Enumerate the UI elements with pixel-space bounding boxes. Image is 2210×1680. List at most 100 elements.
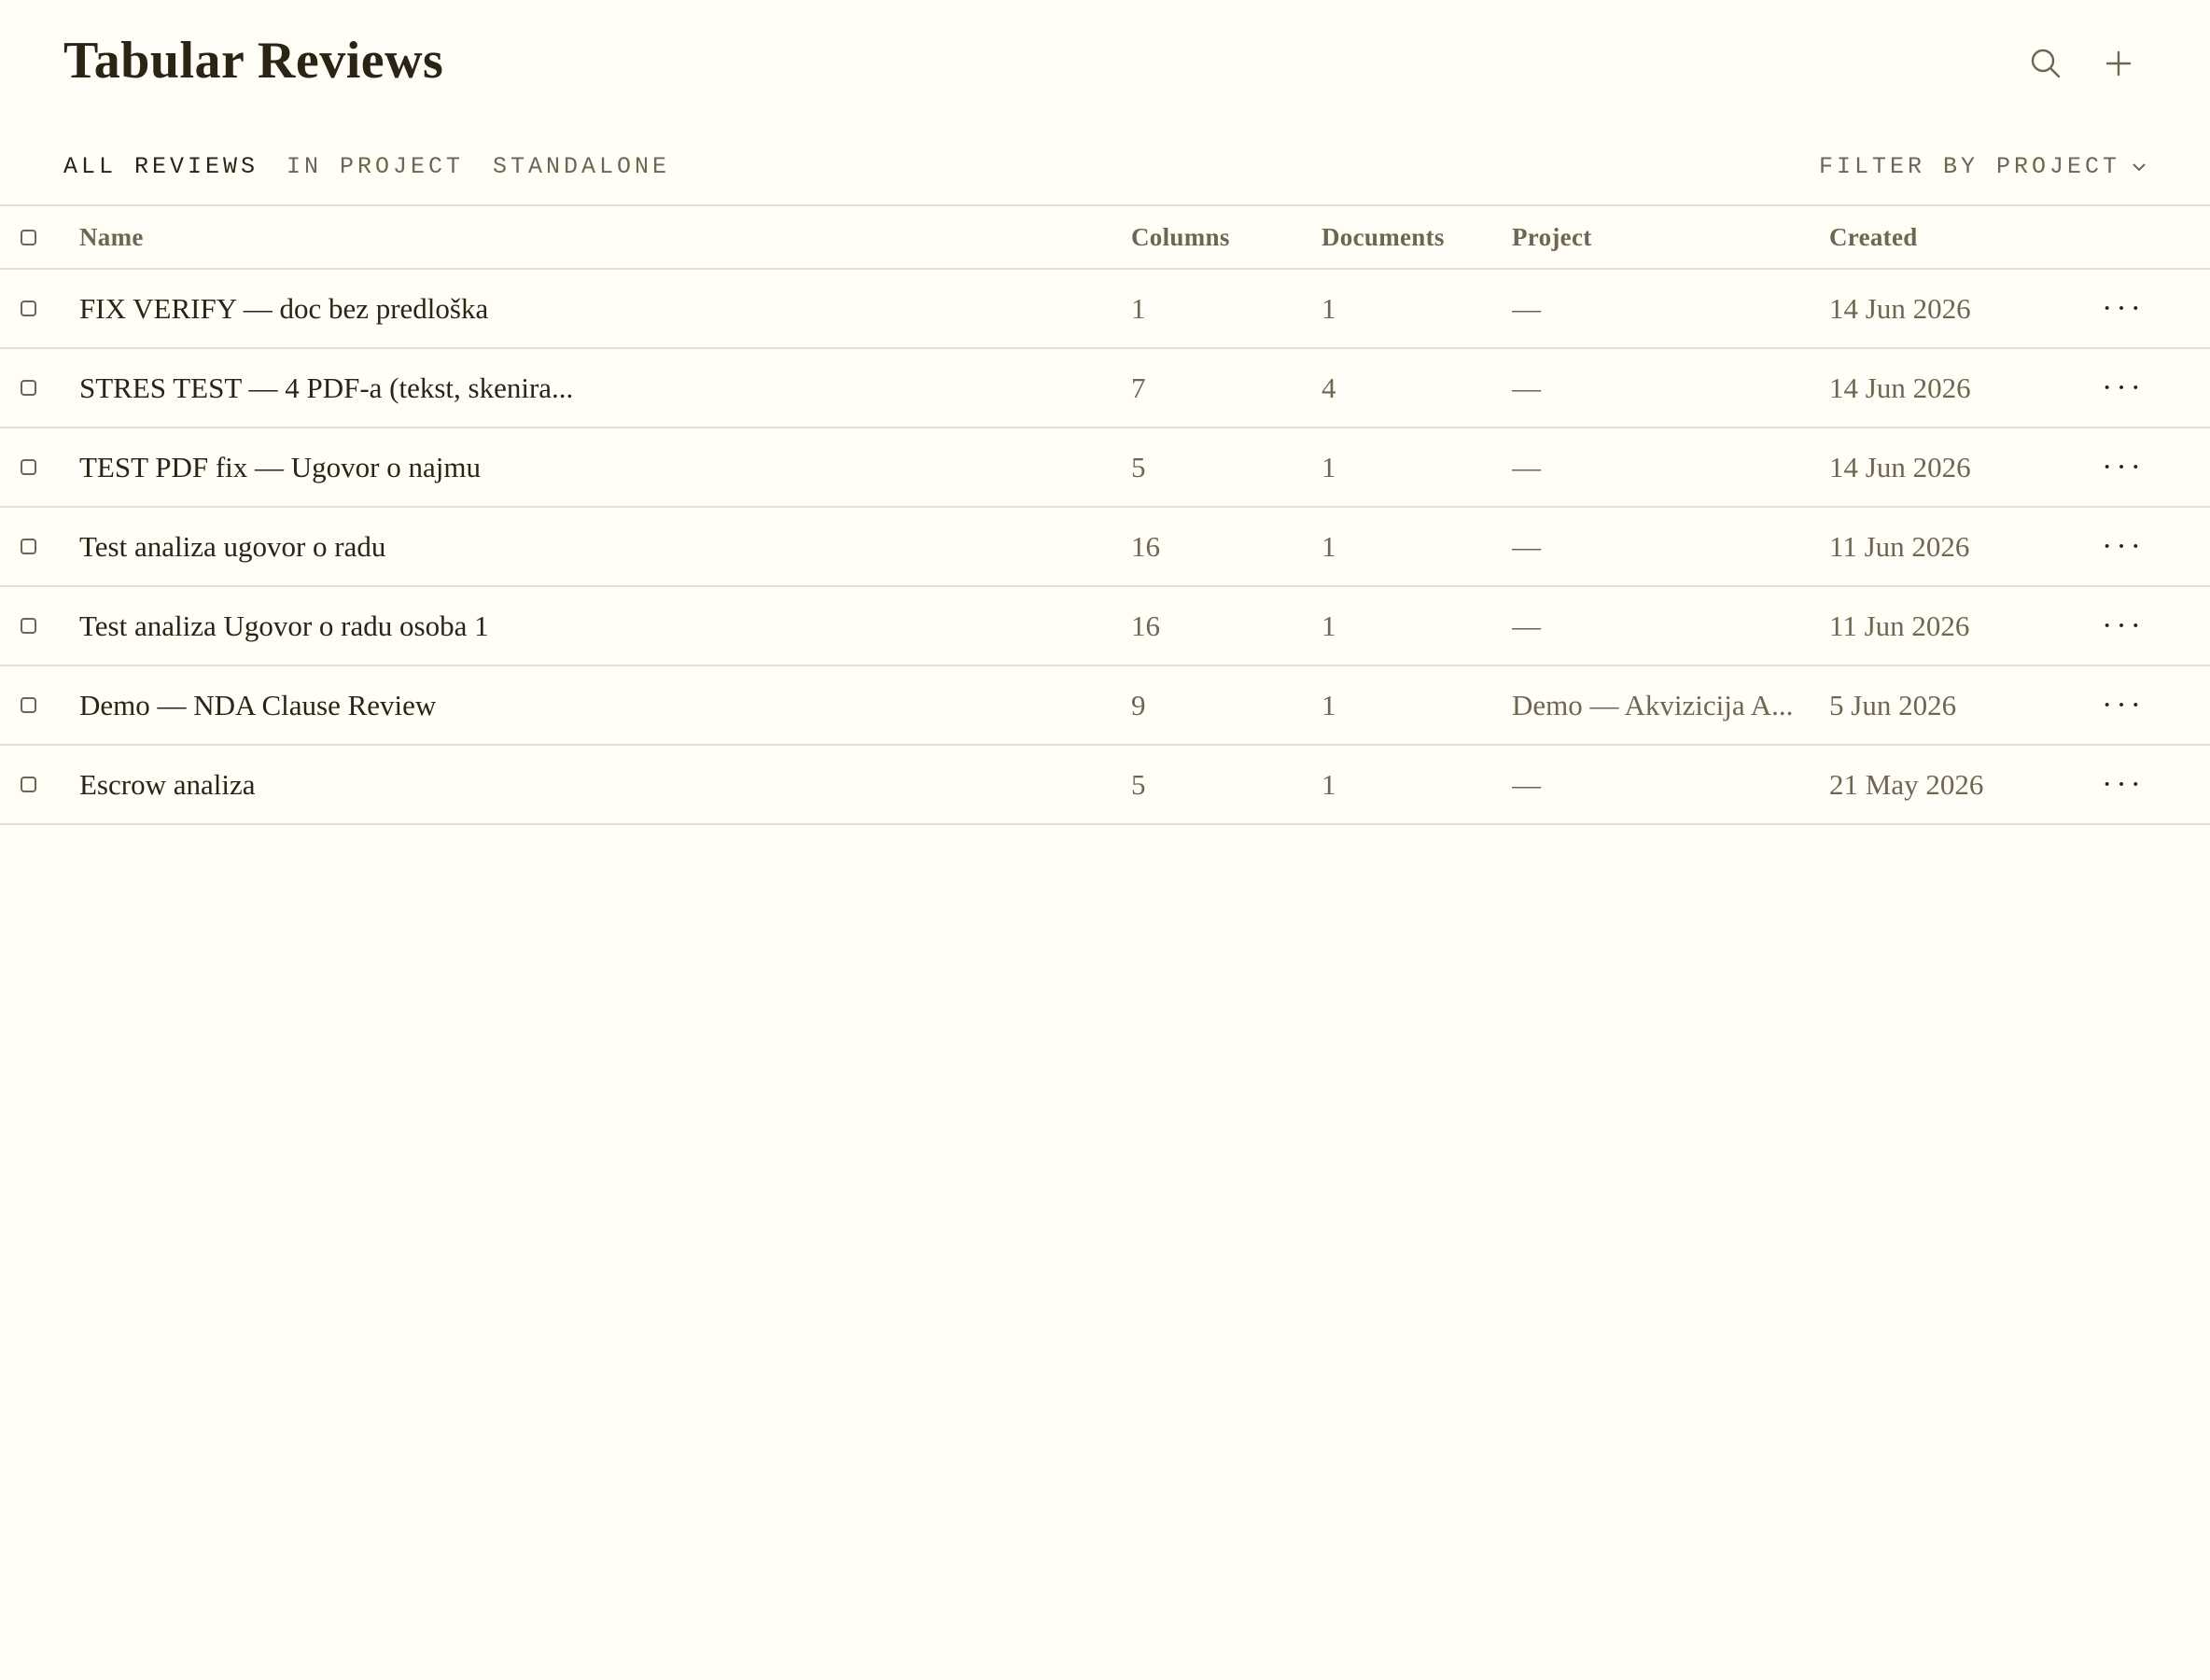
review-columns-count: 7 (1131, 371, 1146, 404)
review-created-date: 11 Jun 2026 (1829, 529, 1970, 563)
add-review-button[interactable] (2096, 41, 2141, 86)
row-more-button[interactable]: ··· (2095, 508, 2151, 585)
row-checkbox[interactable] (21, 618, 36, 634)
row-checkbox[interactable] (21, 380, 36, 396)
more-icon: ··· (2102, 290, 2145, 326)
more-icon: ··· (2102, 766, 2145, 802)
review-name-text: Test analiza ugovor o radu (79, 529, 386, 563)
row-select-cell (21, 270, 43, 347)
review-name-text: Escrow analiza (79, 767, 256, 801)
review-columns-count: 16 (1131, 609, 1160, 642)
review-created-date: 14 Jun 2026 (1829, 371, 1971, 404)
review-documents-count: 1 (1322, 450, 1336, 483)
review-name[interactable]: Test analiza ugovor o radu (79, 508, 1041, 585)
more-icon: ··· (2102, 370, 2145, 405)
review-name[interactable]: TEST PDF fix — Ugovor o najmu (79, 428, 1041, 506)
table-row[interactable]: FIX VERIFY — doc bez predloška 1 1 — 14 … (0, 268, 2210, 347)
review-name-text: STRES TEST — 4 PDF-a (tekst, skenira... (79, 371, 574, 404)
review-documents-count: 1 (1322, 609, 1336, 642)
filter-label: FILTER BY PROJECT (1818, 153, 2120, 180)
table-row[interactable]: Escrow analiza 5 1 — 21 May 2026 ··· (0, 744, 2210, 825)
row-select-cell (21, 508, 43, 585)
row-select-cell (21, 746, 43, 823)
table-row[interactable]: Test analiza Ugovor o radu osoba 1 16 1 … (0, 585, 2210, 665)
search-icon (2031, 49, 2061, 78)
review-columns-count: 16 (1131, 529, 1160, 563)
table-row[interactable]: Test analiza ugovor o radu 16 1 — 11 Jun… (0, 506, 2210, 585)
more-icon: ··· (2102, 687, 2145, 722)
page-title: Tabular Reviews (63, 32, 444, 90)
table-row[interactable]: Demo — NDA Clause Review 9 1 Demo — Akvi… (0, 665, 2210, 744)
review-name[interactable]: Demo — NDA Clause Review (79, 666, 1041, 744)
review-columns-count: 5 (1131, 450, 1146, 483)
more-icon: ··· (2102, 608, 2145, 643)
plus-icon (2105, 50, 2132, 77)
tab-in-project[interactable]: IN PROJECT (287, 153, 464, 180)
column-header-name[interactable]: Name (79, 206, 1041, 268)
tab-all-reviews[interactable]: ALL REVIEWS (63, 153, 259, 180)
row-more-button[interactable]: ··· (2095, 666, 2151, 744)
reviews-table: Name Columns Documents Project Created F… (0, 204, 2210, 825)
more-icon: ··· (2102, 528, 2145, 564)
column-header-documents[interactable]: Documents (1322, 206, 1490, 268)
column-header-project[interactable]: Project (1512, 206, 1809, 268)
review-name-text: Test analiza Ugovor o radu osoba 1 (79, 609, 489, 642)
review-name[interactable]: STRES TEST — 4 PDF-a (tekst, skenira... (79, 349, 1041, 427)
row-more-button[interactable]: ··· (2095, 587, 2151, 665)
row-more-button[interactable]: ··· (2095, 270, 2151, 347)
table-row[interactable]: STRES TEST — 4 PDF-a (tekst, skenira... … (0, 347, 2210, 427)
row-select-cell (21, 428, 43, 506)
review-project: — (1512, 291, 1541, 325)
review-documents-count: 1 (1322, 529, 1336, 563)
review-created-date: 21 May 2026 (1829, 767, 1984, 801)
row-checkbox[interactable] (21, 301, 36, 316)
page-header: Tabular Reviews (0, 0, 2210, 121)
table-row[interactable]: TEST PDF fix — Ugovor o najmu 5 1 — 14 J… (0, 427, 2210, 506)
review-name[interactable]: Test analiza Ugovor o radu osoba 1 (79, 587, 1041, 665)
search-button[interactable] (2023, 41, 2068, 86)
review-columns-count: 1 (1131, 291, 1146, 325)
review-columns-count: 9 (1131, 688, 1146, 721)
review-documents-count: 1 (1322, 291, 1336, 325)
review-project: — (1512, 529, 1541, 563)
select-all-checkbox[interactable] (21, 229, 36, 245)
review-created-date: 5 Jun 2026 (1829, 688, 1957, 721)
row-more-button[interactable]: ··· (2095, 746, 2151, 823)
review-project-link: Demo — Akvizicija A... (1512, 688, 1794, 721)
review-project: — (1512, 767, 1541, 801)
tab-standalone[interactable]: STANDALONE (493, 153, 670, 180)
filter-by-project-dropdown[interactable]: FILTER BY PROJECT (1819, 153, 2147, 180)
select-all-cell (21, 206, 43, 268)
column-header-created[interactable]: Created (1829, 206, 2053, 268)
chevron-down-icon (2133, 162, 2146, 171)
review-name-text: TEST PDF fix — Ugovor o najmu (79, 450, 481, 483)
row-checkbox[interactable] (21, 777, 36, 792)
tabs-bar: ALL REVIEWS IN PROJECT STANDALONE FILTER… (0, 140, 2210, 205)
review-created-date: 14 Jun 2026 (1829, 291, 1971, 325)
column-header-columns[interactable]: Columns (1131, 206, 1299, 268)
review-columns-count: 5 (1131, 767, 1146, 801)
review-project: — (1512, 450, 1541, 483)
row-checkbox[interactable] (21, 697, 36, 713)
table-header-row: Name Columns Documents Project Created (0, 204, 2210, 268)
review-documents-count: 1 (1322, 688, 1336, 721)
review-documents-count: 4 (1322, 371, 1336, 404)
review-name[interactable]: Escrow analiza (79, 746, 1041, 823)
review-project: — (1512, 609, 1541, 642)
row-select-cell (21, 666, 43, 744)
page: Tabular Reviews ALL REVIEWS IN PROJECT S… (0, 0, 2210, 1680)
review-created-date: 14 Jun 2026 (1829, 450, 1971, 483)
review-created-date: 11 Jun 2026 (1829, 609, 1970, 642)
row-more-button[interactable]: ··· (2095, 349, 2151, 427)
review-name-text: FIX VERIFY — doc bez predloška (79, 291, 489, 325)
row-more-button[interactable]: ··· (2095, 428, 2151, 506)
row-checkbox[interactable] (21, 459, 36, 475)
review-project: — (1512, 371, 1541, 404)
review-project[interactable]: Demo — Akvizicija A... (1512, 666, 1809, 744)
review-name-text: Demo — NDA Clause Review (79, 688, 437, 721)
row-select-cell (21, 587, 43, 665)
row-checkbox[interactable] (21, 539, 36, 554)
row-select-cell (21, 349, 43, 427)
review-name[interactable]: FIX VERIFY — doc bez predloška (79, 270, 1041, 347)
review-documents-count: 1 (1322, 767, 1336, 801)
